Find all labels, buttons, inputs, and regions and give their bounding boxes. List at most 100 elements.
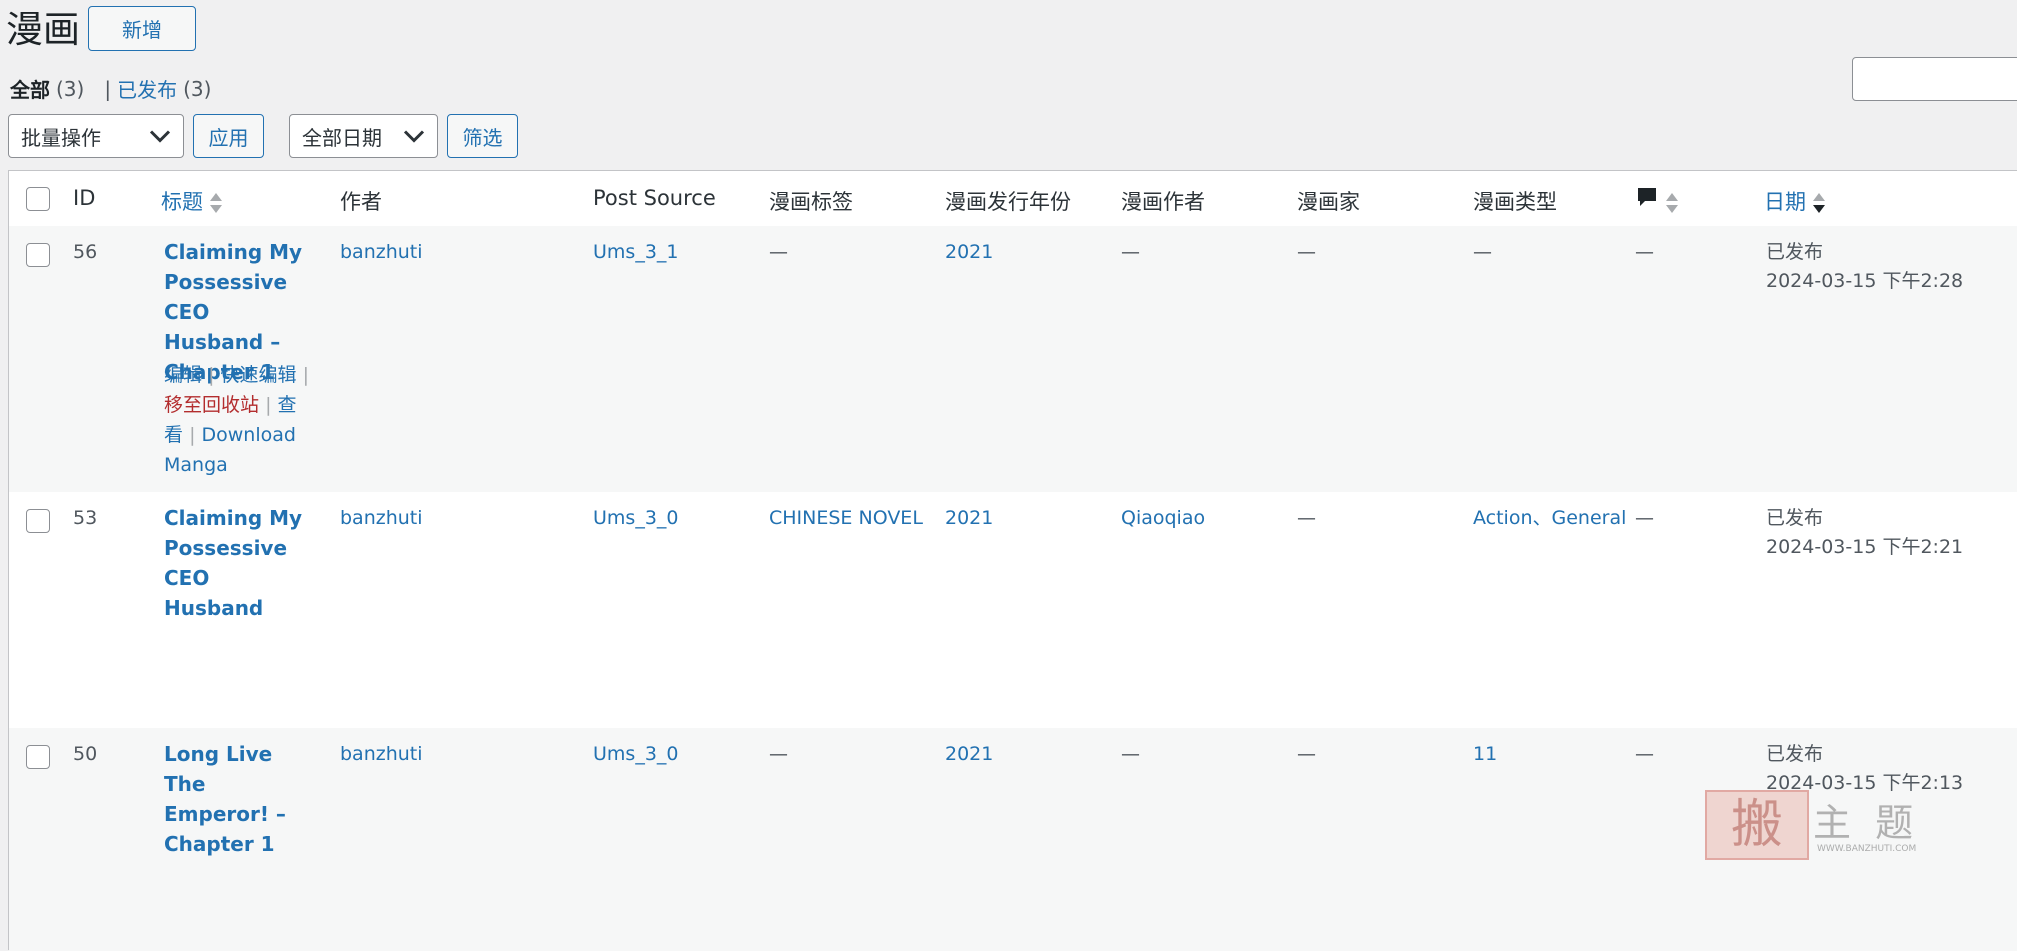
row-title-link[interactable]: Long Live The Emperor! – Chapter 1 [164, 739, 316, 859]
download-manga-link[interactable]: Manga [164, 454, 228, 476]
row-genre-link[interactable]: Action、General [1473, 504, 1626, 533]
row-title-line: Possessive CEO [164, 536, 288, 590]
column-post-source: Post Source [593, 186, 716, 210]
comment-bubble-icon [1638, 188, 1656, 206]
row-actions: 编辑 | 快速编辑 | 移至回收站 | 查 看 | Download Manga [164, 360, 316, 480]
row-author-link[interactable]: banzhuti [340, 740, 423, 769]
row-post-source-link[interactable]: Ums_3_0 [593, 740, 679, 769]
watermark-text: 主 题 [1813, 801, 1920, 845]
row-comments: — [1635, 743, 1654, 765]
row-title-line: Long Live The [164, 742, 273, 796]
row-title-line: Husband [164, 596, 264, 620]
column-id: ID [73, 186, 96, 210]
chevron-down-icon [149, 130, 171, 143]
search-input[interactable] [1852, 57, 2017, 101]
row-post-source-link[interactable]: Ums_3_0 [593, 504, 679, 533]
row-genre-link[interactable]: 11 [1473, 740, 1497, 769]
row-comments: — [1635, 507, 1654, 529]
add-new-button[interactable]: 新增 [88, 6, 196, 51]
row-manga-author: — [1121, 743, 1140, 765]
row-title-line: Possessive CEO [164, 270, 288, 324]
watermark-glyph: 搬 [1705, 790, 1809, 860]
row-title-link[interactable]: Claiming My Possessive CEO Husband [164, 503, 316, 623]
bulk-action-select[interactable]: 批量操作 [8, 114, 184, 158]
view-separator: | [104, 76, 112, 101]
row-artist: — [1297, 743, 1316, 765]
column-date[interactable]: 日期 [1764, 186, 1826, 216]
row-status: 已发布 [1766, 241, 1824, 263]
table-row: 53 Claiming My Possessive CEO Husband ba… [9, 492, 2017, 728]
view-published-count: (3) [183, 76, 212, 101]
action-separator: | [208, 364, 215, 386]
view-all-count: (3) [56, 76, 85, 101]
row-title-line: Claiming My [164, 240, 303, 264]
table-header: ID 标题 作者 Post Source 漫画标签 漫画发行年份 漫画作者 漫画… [9, 171, 2017, 227]
row-comments: — [1635, 241, 1654, 263]
row-genre: — [1473, 241, 1492, 263]
row-id: 50 [73, 743, 98, 765]
date-filter-value: 全部日期 [302, 125, 382, 150]
date-filter-select[interactable]: 全部日期 [289, 114, 438, 158]
row-tags-link[interactable]: CHINESE NOVEL [769, 504, 923, 533]
column-genre: 漫画类型 [1473, 190, 1557, 214]
sort-icon [210, 193, 222, 213]
column-date-label: 日期 [1764, 190, 1806, 214]
row-tags: — [769, 743, 788, 765]
row-tags: — [769, 241, 788, 263]
column-tags: 漫画标签 [769, 190, 853, 214]
row-manga-author-link[interactable]: Qiaoqiao [1121, 504, 1205, 533]
column-year: 漫画发行年份 [945, 190, 1071, 214]
status-filter-links: 全部 (3) | 已发布 (3) [10, 74, 211, 103]
row-date: 已发布 2024-03-15 下午2:21 [1766, 504, 1963, 562]
page-title: 漫画 [6, 8, 80, 51]
row-artist: — [1297, 241, 1316, 263]
bulk-action-value: 批量操作 [21, 125, 101, 150]
column-title-label: 标题 [161, 190, 203, 214]
apply-button[interactable]: 应用 [193, 114, 264, 158]
sort-icon [1666, 193, 1678, 213]
row-status: 已发布 [1766, 507, 1824, 529]
sort-desc-icon [1813, 193, 1825, 213]
action-separator: | [302, 364, 309, 386]
row-title-line: Claiming My [164, 506, 303, 530]
select-all-checkbox[interactable] [26, 187, 50, 211]
row-datetime: 2024-03-15 下午2:21 [1766, 536, 1964, 558]
row-date: 已发布 2024-03-15 下午2:28 [1766, 238, 1963, 296]
row-checkbox[interactable] [26, 509, 50, 533]
row-id: 56 [73, 241, 98, 263]
column-title[interactable]: 标题 [161, 186, 223, 216]
row-author-link[interactable]: banzhuti [340, 238, 423, 267]
column-author: 作者 [340, 190, 382, 214]
row-manga-author: — [1121, 241, 1140, 263]
edit-link[interactable]: 编辑 [164, 364, 202, 386]
row-datetime: 2024-03-15 下午2:28 [1766, 270, 1964, 292]
column-manga-author: 漫画作者 [1121, 190, 1205, 214]
chevron-down-icon [403, 130, 425, 143]
row-status: 已发布 [1766, 743, 1824, 765]
view-published-link[interactable]: 已发布 [117, 74, 177, 103]
view-link[interactable]: 查 [278, 394, 297, 416]
row-id: 53 [73, 507, 98, 529]
row-checkbox[interactable] [26, 243, 50, 267]
row-post-source-link[interactable]: Ums_3_1 [593, 238, 679, 267]
row-title-line: Chapter 1 [164, 832, 275, 856]
row-title-line: Emperor! – [164, 802, 286, 826]
row-author-link[interactable]: banzhuti [340, 504, 423, 533]
filter-button[interactable]: 筛选 [447, 114, 518, 158]
column-artist: 漫画家 [1297, 190, 1360, 214]
row-title-line: Husband – [164, 330, 281, 354]
row-year-link[interactable]: 2021 [945, 504, 993, 533]
trash-link[interactable]: 移至回收站 [164, 394, 259, 416]
quick-edit-link[interactable]: 快速编辑 [221, 364, 297, 386]
action-separator: | [265, 394, 272, 416]
table-row: 56 Claiming My Possessive CEO Husband – … [9, 226, 2017, 492]
row-year-link[interactable]: 2021 [945, 238, 993, 267]
download-manga-link[interactable]: Download [202, 424, 296, 446]
view-link[interactable]: 看 [164, 424, 183, 446]
row-year-link[interactable]: 2021 [945, 740, 993, 769]
action-separator: | [189, 424, 196, 446]
row-checkbox[interactable] [26, 745, 50, 769]
column-comments[interactable] [1635, 185, 1679, 215]
row-artist: — [1297, 507, 1316, 529]
view-all-link[interactable]: 全部 [10, 74, 50, 103]
